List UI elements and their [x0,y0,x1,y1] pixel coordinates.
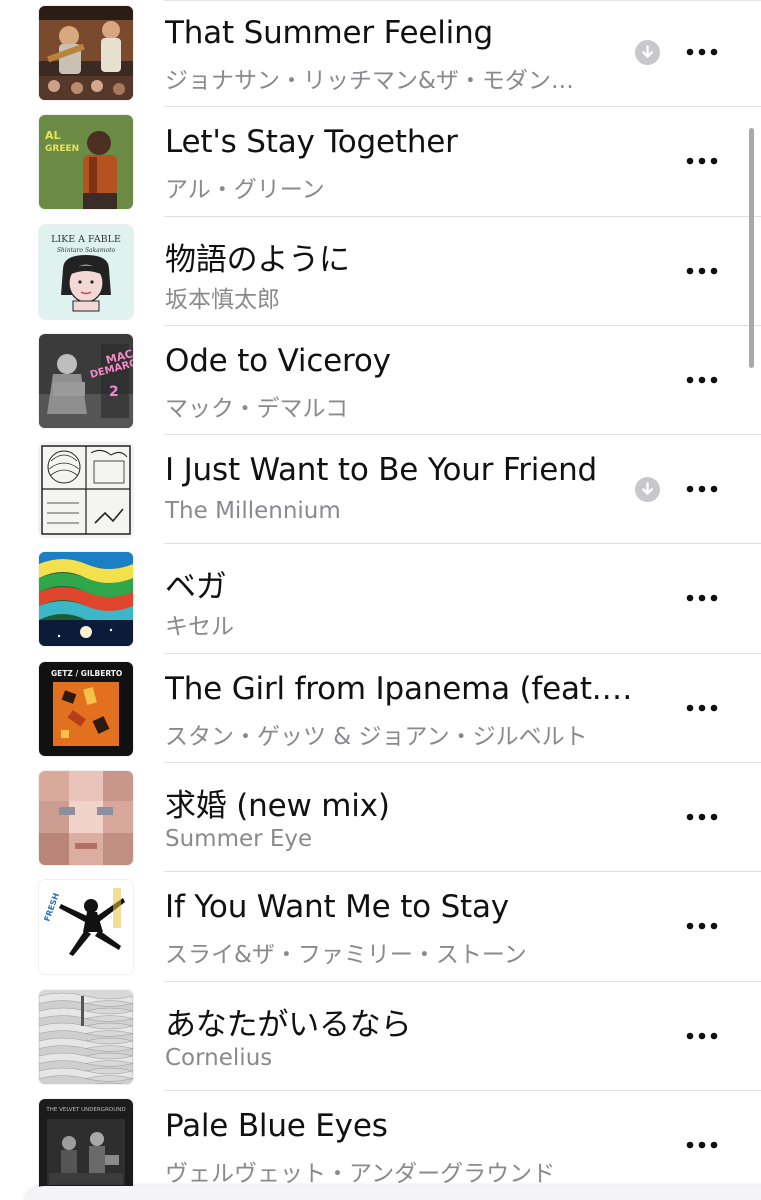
track-title: 求婚 (new mix) [165,788,390,825]
more-options-button[interactable] [679,471,725,507]
ellipsis-icon [686,923,718,930]
more-options-button[interactable] [679,690,725,726]
ellipsis-icon [686,376,718,384]
album-art-fresh: FRESH [39,880,133,975]
track-artist: 坂本慎太郎 [165,286,280,313]
album-artwork[interactable]: AL GREEN [39,115,133,210]
track-artist: The Millennium [165,498,341,525]
svg-text:Shintaro Sakamoto: Shintaro Sakamoto [57,247,116,254]
track-title: Ode to Viceroy [165,342,391,379]
track-title: Let's Stay Together [165,124,458,161]
album-artwork[interactable] [39,771,133,866]
mini-player-edge[interactable] [24,1186,761,1200]
more-options-button[interactable] [679,908,725,944]
more-options-button[interactable] [679,799,725,835]
album-artwork[interactable] [39,552,133,647]
track-list-screen: That Summer Feeling ジョナサン・リッチマン&ザ・モダン… AL… [0,0,761,1200]
track-artist: ジョナサン・リッチマン&ザ・モダン… [165,68,574,94]
track-row[interactable]: THE VELVET UNDERGROUND Pale Blue Eyes ヴェル… [0,1091,761,1200]
svg-text:2: 2 [109,384,119,400]
track-row[interactable]: I Just Want to Be Your Friend The Millenn… [0,435,761,545]
ellipsis-icon [686,48,718,56]
album-art-lets-stay-together: AL GREEN [39,115,133,210]
track-artist: スライ&ザ・ファミリー・ストーン [165,942,527,969]
album-art-getz-gilberto: GETZ / GILBERTO [39,661,133,756]
track-title: I Just Want to Be Your Friend [165,452,597,489]
track-title: 物語のように [165,241,350,278]
track-row[interactable]: GETZ / GILBERTO The Girl from Ipanema (f… [0,654,761,764]
more-options-button[interactable] [679,34,725,70]
svg-text:GETZ / GILBERTO: GETZ / GILBERTO [51,669,122,678]
track-artist: Summer Eye [165,826,313,853]
album-art-like-a-fable: LIKE A FABLE Shintaro Sakamoto [39,224,133,319]
svg-text:GREEN: GREEN [45,144,79,154]
ellipsis-icon [686,1032,718,1039]
downloaded-icon [635,477,660,503]
track-title: Pale Blue Eyes [165,1107,388,1144]
track-row[interactable]: ベガ キセル [0,544,761,655]
album-art-velvet-underground: THE VELVET UNDERGROUND [39,1098,133,1193]
more-options-button[interactable] [679,1127,725,1163]
svg-text:AL: AL [45,129,61,142]
more-options-button[interactable] [679,1018,725,1054]
album-artwork[interactable]: LIKE A FABLE Shintaro Sakamoto [39,224,133,319]
more-options-button[interactable] [679,362,725,398]
more-options-button[interactable] [679,580,725,616]
album-artwork[interactable] [39,443,133,538]
track-artist: マック・デマルコ [165,395,349,422]
album-art-vega [39,552,133,647]
album-art-that-summer-feeling [39,6,133,100]
album-art-summer-eye [39,771,133,866]
track-artist: ヴェルヴェット・アンダーグラウンド [165,1160,556,1187]
track-row[interactable]: LIKE A FABLE Shintaro Sakamoto 物語のように坂本慎… [0,217,761,327]
ellipsis-icon [686,704,718,712]
scroll-indicator[interactable] [749,128,754,368]
track-artist: Cornelius [165,1044,273,1071]
ellipsis-icon [686,267,718,274]
svg-text:THE VELVET UNDERGROUND: THE VELVET UNDERGROUND [45,1107,125,1113]
album-artwork[interactable] [39,989,133,1084]
downloaded-icon [635,40,660,65]
track-row[interactable]: MAC DEMARCO 2 Ode to Viceroy マック・デマルコ [0,326,761,436]
album-artwork[interactable]: MAC DEMARCO 2 [39,333,133,428]
album-art-mellow-waves [39,989,133,1084]
more-options-button[interactable] [679,143,725,179]
more-options-button[interactable] [679,253,725,289]
ellipsis-icon [686,485,718,493]
track-artist: キセル [165,614,234,641]
track-artist: アル・グリーン [165,177,325,204]
album-artwork[interactable] [39,6,133,100]
ellipsis-icon [686,1141,718,1149]
track-row[interactable]: あなたがいるなら Cornelius [0,982,761,1092]
track-title: If You Want Me to Stay [165,889,509,926]
track-title: The Girl from Ipanema (feat. As... [165,670,635,707]
track-row[interactable]: AL GREEN Let's Stay Together アル・グリーン [0,107,761,217]
album-artwork[interactable]: THE VELVET UNDERGROUND [39,1098,133,1193]
track-title: That Summer Feeling [165,15,494,51]
track-row[interactable]: 求婚 (new mix) Summer Eye [0,763,761,873]
track-row[interactable]: That Summer Feeling ジョナサン・リッチマン&ザ・モダン… [0,0,761,108]
ellipsis-icon [686,595,718,602]
track-row[interactable]: FRESH If You Want Me to Stay スライ&ザ・ファミリー・… [0,872,761,982]
album-artwork[interactable]: FRESH [39,880,133,975]
album-art-mac-demarco-2: MAC DEMARCO 2 [39,333,133,428]
track-title: ベガ [165,569,227,606]
ellipsis-icon [686,813,718,821]
track-title: あなたがいるなら [165,1006,412,1043]
album-art-begin [39,443,133,538]
track-artist: スタン・ゲッツ & ジョアン・ジルベルト [165,723,588,750]
track-list: That Summer Feeling ジョナサン・リッチマン&ザ・モダン… AL… [0,0,761,1200]
ellipsis-icon [686,157,718,165]
album-artwork[interactable]: GETZ / GILBERTO [39,661,133,756]
svg-text:LIKE A FABLE: LIKE A FABLE [51,234,121,245]
